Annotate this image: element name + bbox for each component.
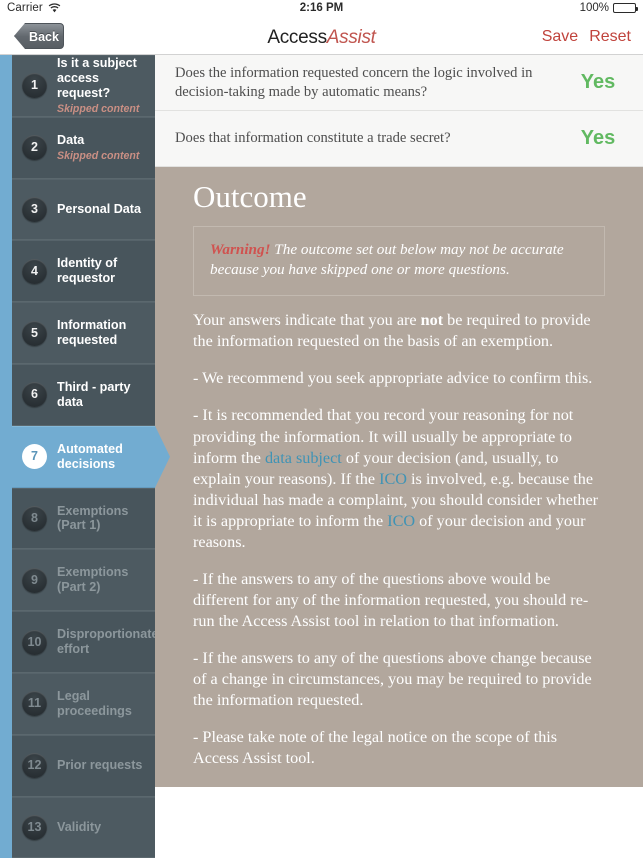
- sidebar-item-text: Third - party data: [57, 380, 155, 410]
- sidebar-item-3[interactable]: 3 Personal Data: [12, 178, 155, 241]
- sidebar-item-number: 9: [22, 567, 47, 593]
- answer-value[interactable]: Yes: [567, 127, 629, 150]
- battery-percent-label: 100%: [579, 2, 609, 14]
- outcome-link-data-subject[interactable]: data subject: [265, 449, 342, 467]
- sidebar-item-number: 2: [22, 135, 47, 161]
- sidebar-item-2[interactable]: 2 Data Skipped content: [12, 116, 155, 179]
- status-bar: Carrier 2:16 PM 100%: [0, 0, 643, 18]
- sidebar-item-label: Legal proceedings: [57, 689, 132, 718]
- sidebar-item-text: Is it a subject access request? Skipped c…: [57, 56, 155, 115]
- sidebar-item-label: Disproportionate effort: [57, 627, 155, 657]
- sidebar-item-text: Identity of requestor: [57, 256, 155, 286]
- sidebar-item-number: 7: [22, 444, 47, 470]
- sidebar-item-number: 10: [22, 629, 47, 655]
- warning-box: Warning! The outcome set out below may n…: [193, 225, 605, 297]
- sidebar-item-text: Data Skipped content: [57, 133, 139, 162]
- outcome-body: Your answers indicate that you are not b…: [193, 310, 605, 769]
- outcome-paragraph: - If the answers to any of the questions…: [193, 648, 605, 711]
- sidebar-item-9: 9 Exemptions (Part 2): [12, 549, 155, 612]
- outcome-text: - If the answers to any of the questions…: [193, 569, 589, 631]
- sidebar-item-4[interactable]: 4 Identity of requestor: [12, 240, 155, 303]
- outcome-paragraph: - It is recommended that you record your…: [193, 405, 605, 552]
- warning-text: Warning! The outcome set out below may n…: [210, 240, 588, 281]
- sidebar-item-8: 8 Exemptions (Part 1): [12, 487, 155, 550]
- nav-actions: Save Reset: [542, 28, 631, 46]
- outcome-link-ico-2[interactable]: ICO: [387, 512, 415, 530]
- sidebar-item-number: 13: [22, 814, 47, 840]
- sidebar-item-6[interactable]: 6 Third - party data: [12, 363, 155, 426]
- app-window: Carrier 2:16 PM 100% Back AccessAssist S…: [0, 0, 643, 858]
- battery-full-icon: [613, 3, 638, 13]
- sidebar-item-1[interactable]: 1 Is it a subject access request? Skipped …: [12, 55, 155, 117]
- page-title-access: Access: [267, 27, 327, 48]
- sidebar-item-text: Exemptions (Part 1): [57, 504, 155, 534]
- sidebar-item-12: 12 Prior requests: [12, 734, 155, 797]
- outcome-paragraph: - Please take note of the legal notice o…: [193, 727, 605, 769]
- question-answer-list: Does the information requested concern t…: [155, 55, 643, 167]
- body-area: 1 Is it a subject access request? Skipped …: [0, 55, 643, 858]
- sidebar-item-7[interactable]: 7 Automated decisions: [12, 425, 155, 488]
- sidebar-item-label: Third - party data: [57, 380, 131, 409]
- sidebar-item-label: Exemptions (Part 1): [57, 503, 129, 533]
- sidebar-item-number: 3: [22, 196, 47, 222]
- outcome-paragraph: - If the answers to any of the questions…: [193, 569, 605, 632]
- sidebar-item-text: Legal proceedings: [57, 689, 155, 719]
- outcome-text: - If the answers to any of the questions…: [193, 649, 592, 710]
- question-text: Does that information constitute a trade…: [175, 130, 451, 147]
- sidebar-item-text: Prior requests: [57, 758, 142, 773]
- warning-lead: Warning!: [210, 240, 271, 258]
- sidebar: 1 Is it a subject access request? Skipped …: [0, 55, 155, 858]
- sidebar-item-text: Validity: [57, 820, 101, 835]
- sidebar-item-label: Identity of requestor: [57, 256, 118, 286]
- page-title-assist: Assist: [326, 27, 376, 48]
- save-button[interactable]: Save: [542, 28, 578, 46]
- sidebar-item-label: Is it a subject access request?: [57, 56, 137, 101]
- question-row[interactable]: Does the information requested concern t…: [155, 55, 643, 111]
- sidebar-step-list: 1 Is it a subject access request? Skipped …: [12, 55, 155, 858]
- sidebar-item-number: 8: [22, 505, 47, 531]
- sidebar-item-text: Automated decisions: [57, 442, 155, 472]
- sidebar-item-10: 10 Disproportionate effort: [12, 611, 155, 673]
- sidebar-item-text: Personal Data: [57, 202, 141, 217]
- question-text: Does the information requested concern t…: [175, 64, 533, 100]
- content-pane: Does the information requested concern t…: [155, 55, 643, 858]
- sidebar-item-label: Validity: [57, 820, 102, 835]
- sidebar-item-status: Skipped content: [57, 149, 140, 162]
- sidebar-item-text: Disproportionate effort: [57, 627, 155, 657]
- outcome-paragraph: - We recommend you seek appropriate advi…: [193, 368, 605, 389]
- sidebar-item-5[interactable]: 5 Information requested: [12, 302, 155, 364]
- answer-value[interactable]: Yes: [567, 71, 629, 94]
- sidebar-item-number: 12: [22, 753, 47, 779]
- sidebar-item-label: Exemptions (Part 2): [57, 565, 129, 595]
- outcome-emphasis: not: [420, 311, 444, 330]
- sidebar-item-number: 1: [22, 73, 47, 99]
- sidebar-item-label: Prior requests: [57, 758, 143, 773]
- sidebar-item-number: 4: [22, 258, 47, 284]
- sidebar-item-number: 6: [22, 382, 47, 408]
- outcome-panel: Outcome Warning! The outcome set out bel…: [155, 167, 643, 788]
- status-bar-right: 100%: [579, 2, 638, 14]
- sidebar-item-label: Data: [57, 133, 85, 148]
- outcome-text: - We recommend you seek appropriate advi…: [193, 369, 593, 388]
- sidebar-item-label: Personal Data: [57, 202, 141, 217]
- reset-button[interactable]: Reset: [589, 28, 631, 46]
- sidebar-item-text: Exemptions (Part 2): [57, 565, 155, 595]
- sidebar-item-label: Information requested: [57, 318, 127, 348]
- status-bar-clock: 2:16 PM: [299, 2, 344, 14]
- sidebar-item-number: 11: [22, 691, 47, 717]
- sidebar-accent-rail: [0, 55, 12, 858]
- outcome-text: Your answers indicate that you are: [193, 311, 421, 330]
- sidebar-item-13: 13 Validity: [12, 796, 155, 858]
- sidebar-item-number: 5: [22, 320, 47, 346]
- sidebar-item-11: 11 Legal proceedings: [12, 672, 155, 735]
- sidebar-item-status: Skipped content: [57, 102, 140, 115]
- outcome-heading: Outcome: [193, 179, 307, 214]
- outcome-link-ico-1[interactable]: ICO: [379, 470, 407, 488]
- sidebar-item-label: Automated decisions: [57, 441, 123, 471]
- outcome-paragraph: Your answers indicate that you are not b…: [193, 310, 605, 352]
- question-row[interactable]: Does that information constitute a trade…: [155, 111, 643, 167]
- sidebar-item-text: Information requested: [57, 318, 155, 348]
- nav-bar: Back AccessAssist Save Reset: [0, 18, 643, 55]
- outcome-text: - Please take note of the legal notice o…: [193, 728, 558, 768]
